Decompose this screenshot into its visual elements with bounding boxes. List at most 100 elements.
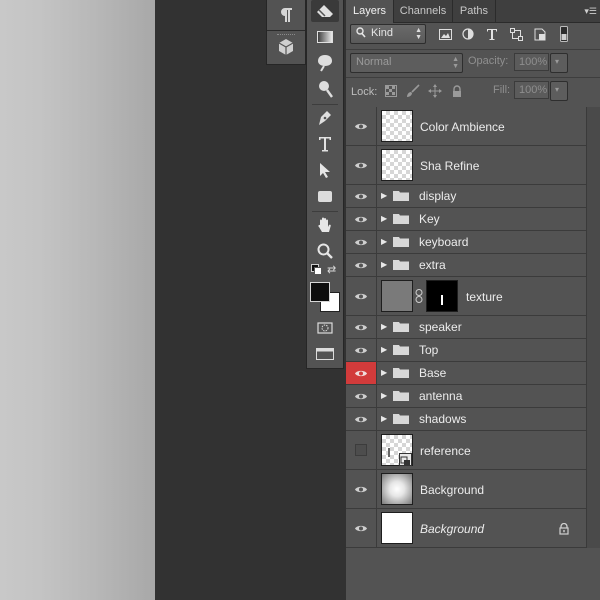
fill-field[interactable]: 100% [514, 81, 549, 99]
lock-all-icon[interactable] [450, 84, 464, 98]
layer-row[interactable]: Background [346, 470, 586, 509]
lock-pixels-icon[interactable] [406, 84, 420, 98]
type-tool-icon[interactable] [311, 133, 339, 155]
smart-object-filter-icon[interactable] [532, 26, 548, 42]
panel-menu-icon[interactable]: ▾☰ [584, 6, 597, 17]
gradient-tool-icon[interactable] [311, 26, 339, 48]
layer-group-row[interactable]: ▶ extra [346, 254, 586, 277]
layer-name: reference [420, 444, 471, 458]
tools-panel: ⇄ [306, 0, 344, 369]
layer-thumbnail [381, 110, 413, 142]
layer-row[interactable]: texture [346, 277, 586, 316]
opacity-field[interactable]: 100% [514, 53, 549, 71]
type-filter-icon[interactable] [484, 26, 500, 42]
layer-group-row[interactable]: ▶ display [346, 185, 586, 208]
layer-name: Key [419, 212, 440, 226]
pen-tool-icon[interactable] [311, 107, 339, 129]
lock-transparency-icon[interactable] [384, 84, 398, 98]
expand-triangle-icon[interactable]: ▶ [381, 391, 387, 400]
image-filter-icon[interactable] [437, 26, 453, 42]
visibility-eye-icon[interactable] [346, 185, 377, 207]
expand-triangle-icon[interactable]: ▶ [381, 191, 387, 200]
folder-icon [393, 191, 409, 201]
expand-triangle-icon[interactable]: ▶ [381, 260, 387, 269]
shape-filter-icon[interactable] [508, 26, 524, 42]
visibility-eye-icon[interactable] [346, 362, 377, 384]
layer-name: keyboard [419, 235, 469, 249]
filter-toggle-icon[interactable] [556, 26, 572, 42]
layer-mask-thumbnail[interactable] [426, 280, 458, 312]
layer-group-row[interactable]: ▶ Key [346, 208, 586, 231]
adjustment-filter-icon[interactable] [460, 26, 476, 42]
blur-tool-icon[interactable] [311, 52, 339, 74]
visibility-eye-icon[interactable] [346, 316, 377, 338]
blend-mode-select[interactable]: Normal ▲ ▼ [350, 53, 463, 73]
layer-row[interactable]: reference [346, 431, 586, 470]
visibility-eye-icon[interactable] [346, 208, 377, 230]
default-colors-icon[interactable] [311, 264, 322, 275]
layer-group-row[interactable]: ▶ Top [346, 339, 586, 362]
expand-triangle-icon[interactable]: ▶ [381, 322, 387, 331]
fill-dropdown[interactable]: ▾ [550, 81, 568, 101]
folder-icon [393, 237, 409, 247]
visibility-eye-icon[interactable] [346, 408, 377, 430]
foreground-color-swatch[interactable] [310, 282, 330, 302]
layer-thumbnail [381, 149, 413, 181]
expand-triangle-icon[interactable]: ▶ [381, 214, 387, 223]
layer-row[interactable]: Sha Refine [346, 146, 586, 185]
layer-name: Background [420, 522, 485, 536]
expand-triangle-icon[interactable]: ▶ [381, 368, 387, 377]
layer-group-row[interactable]: ▶ speaker [346, 316, 586, 339]
mask-link-icon[interactable] [415, 289, 423, 308]
visibility-eye-icon[interactable] [346, 470, 377, 508]
layers-scrollbar[interactable] [586, 107, 600, 548]
visibility-eye-icon[interactable] [346, 385, 377, 407]
3d-panel-icon[interactable] [267, 32, 305, 62]
quick-mask-icon[interactable] [311, 317, 339, 339]
layer-lock-icon [559, 522, 569, 540]
visibility-eye-icon[interactable] [346, 339, 377, 361]
folder-icon [393, 391, 409, 401]
layer-name: antenna [419, 389, 463, 403]
layer-thumbnail [381, 280, 413, 312]
layer-thumbnail [381, 473, 413, 505]
path-selection-tool-icon[interactable] [311, 159, 339, 181]
lock-position-icon[interactable] [428, 84, 442, 98]
visibility-eye-icon[interactable] [346, 107, 377, 145]
expand-triangle-icon[interactable]: ▶ [381, 237, 387, 246]
folder-icon [393, 322, 409, 332]
layer-name: Top [419, 343, 439, 357]
document-canvas[interactable] [0, 0, 155, 600]
layer-group-row[interactable]: ▶ keyboard [346, 231, 586, 254]
layer-group-row[interactable]: ▶ Base [346, 362, 586, 385]
eraser-tool-icon[interactable] [311, 0, 339, 22]
swap-colors-icon[interactable]: ⇄ [327, 263, 336, 276]
layer-group-row[interactable]: ▶ antenna [346, 385, 586, 408]
tab-layers[interactable]: Layers [346, 0, 394, 23]
layer-group-row[interactable]: ▶ shadows [346, 408, 586, 431]
opacity-dropdown[interactable]: ▾ [550, 53, 568, 73]
dodge-tool-icon[interactable] [311, 78, 339, 100]
expand-triangle-icon[interactable]: ▶ [381, 345, 387, 354]
layer-name: extra [419, 258, 446, 272]
screen-mode-icon[interactable] [311, 343, 339, 365]
tab-paths[interactable]: Paths [453, 0, 496, 22]
rectangle-tool-icon[interactable] [311, 185, 339, 207]
layer-name: shadows [419, 412, 467, 426]
layer-row[interactable]: Color Ambience [346, 107, 586, 146]
visibility-eye-icon[interactable] [346, 146, 377, 184]
zoom-tool-icon[interactable] [311, 240, 339, 262]
tab-channels[interactable]: Channels [394, 0, 453, 22]
visibility-eye-icon[interactable] [346, 277, 377, 315]
expand-triangle-icon[interactable]: ▶ [381, 414, 387, 423]
hand-tool-icon[interactable] [311, 214, 339, 236]
visibility-eye-icon[interactable] [346, 254, 377, 276]
layer-name: Base [419, 366, 447, 380]
visibility-eye-icon[interactable] [346, 231, 377, 253]
filter-kind-select[interactable]: Kind ▲ ▼ [350, 24, 426, 44]
visibility-eye-icon[interactable] [346, 509, 377, 547]
opacity-label: Opacity: [468, 55, 509, 67]
visibility-toggle-empty[interactable] [346, 431, 377, 469]
layer-row[interactable]: Background [346, 509, 586, 548]
paragraph-panel-icon[interactable] [267, 0, 305, 30]
